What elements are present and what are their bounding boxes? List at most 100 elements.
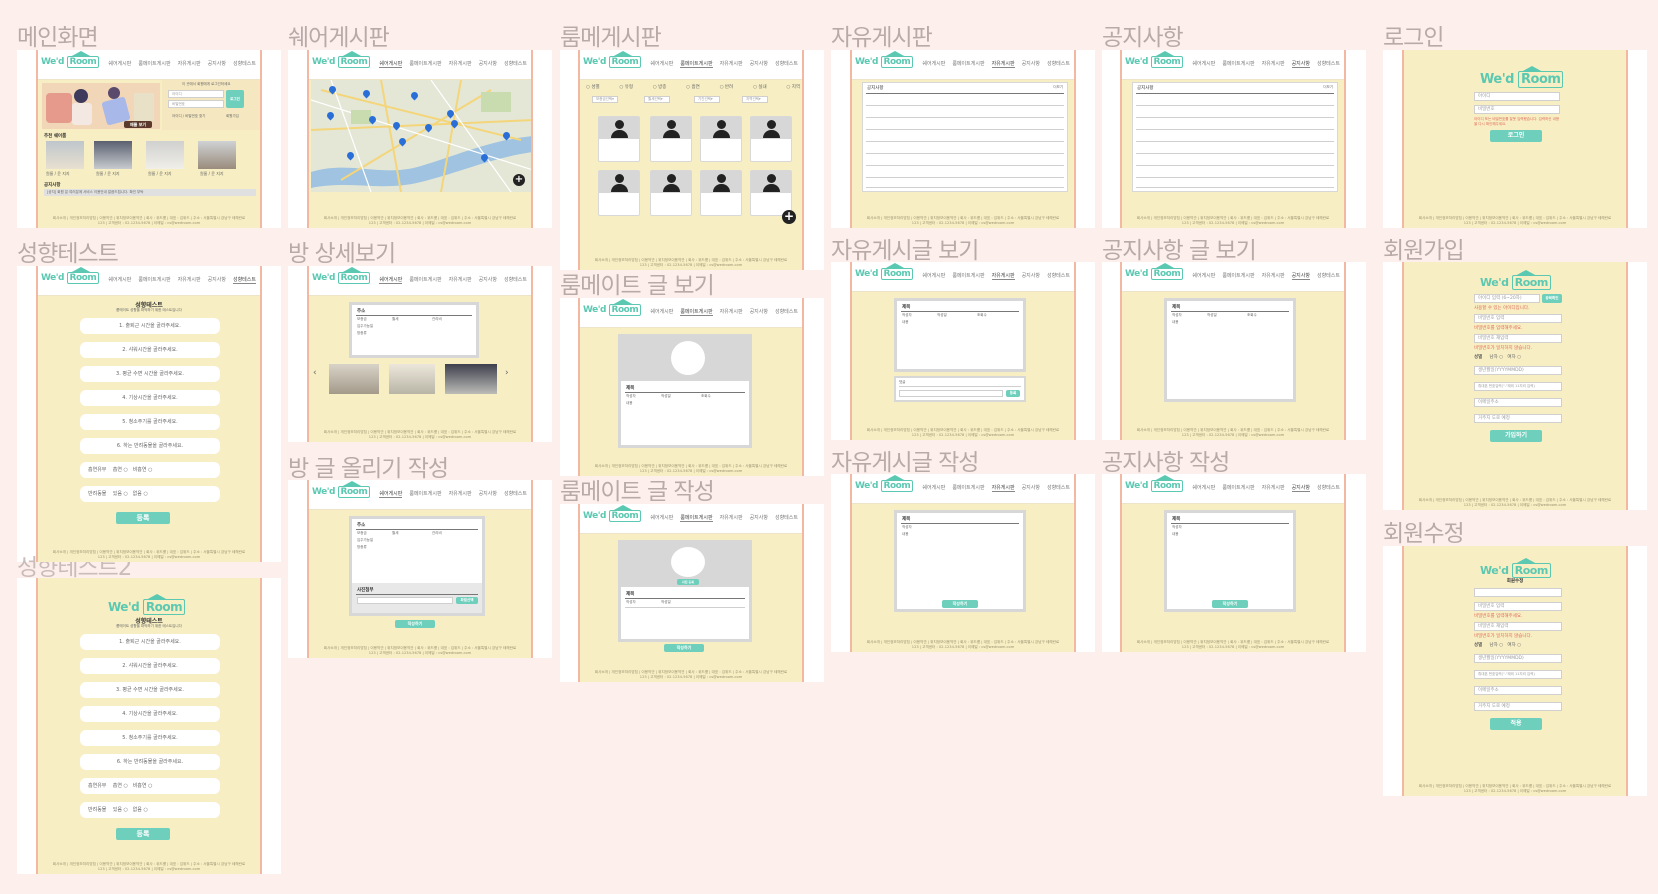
question-pill[interactable]: 2. 샤워시간을 골라주세요. bbox=[80, 342, 220, 358]
nav-free[interactable]: 자유게시판 bbox=[720, 514, 743, 522]
roommate-card[interactable] bbox=[650, 116, 692, 162]
notice-write-submit-button[interactable]: 작성하기 bbox=[1212, 600, 1248, 608]
list-row[interactable] bbox=[1136, 105, 1334, 106]
nav-roommate[interactable]: 룸메이트게시판 bbox=[409, 490, 441, 498]
find-link[interactable]: 아이디 / 비밀번호 찾기 bbox=[172, 114, 206, 119]
edit-pw2-input[interactable]: 비밀번호 재입력 bbox=[1474, 622, 1562, 631]
filter-select[interactable]: 보증금선택▾ bbox=[592, 96, 618, 103]
nav-notice[interactable]: 공지사항 bbox=[1022, 484, 1040, 492]
nav-test[interactable]: 성향테스트 bbox=[775, 60, 798, 68]
nav-share[interactable]: 쉐어게시판 bbox=[1192, 484, 1215, 492]
list-row[interactable] bbox=[866, 177, 1064, 178]
list-row[interactable] bbox=[866, 165, 1064, 166]
nav-notice[interactable]: 공지사항 bbox=[1291, 60, 1310, 68]
nav-test[interactable]: 성향테스트 bbox=[775, 514, 798, 522]
nav-free[interactable]: 자유게시판 bbox=[991, 484, 1015, 492]
list-row[interactable] bbox=[1136, 129, 1334, 130]
main-pw-input[interactable]: 비밀번호 bbox=[168, 100, 224, 108]
phone-input[interactable]: 휴대폰 번호입력("-"제외 11자리 입력) bbox=[1474, 382, 1562, 391]
room-photo[interactable] bbox=[445, 364, 497, 394]
filter-radio[interactable]: ○ 방종 bbox=[653, 84, 667, 92]
photo-upload-button[interactable]: 사진 등록 bbox=[677, 579, 699, 585]
nav-free[interactable]: 자유게시판 bbox=[1262, 484, 1285, 492]
nav-test[interactable]: 성향테스트 bbox=[504, 490, 527, 498]
body-label[interactable]: 내용 bbox=[1172, 532, 1178, 537]
nav-notice[interactable]: 공지사항 bbox=[1022, 60, 1040, 68]
add-post-icon[interactable]: + bbox=[782, 210, 796, 224]
signup-pw2-input[interactable]: 비밀번호 재입력 bbox=[1474, 334, 1562, 343]
nav-notice[interactable]: 공지사항 bbox=[479, 276, 497, 284]
photo-file-input[interactable] bbox=[357, 597, 453, 604]
free-write-submit-button[interactable]: 작성하기 bbox=[942, 600, 978, 608]
nav-share[interactable]: 쉐어게시판 bbox=[922, 60, 945, 68]
test-submit-button[interactable]: 등록 bbox=[116, 512, 170, 524]
more-link[interactable]: 더보기 bbox=[1053, 85, 1063, 90]
question-pill[interactable]: 4. 기상시간을 골라주세요. bbox=[80, 390, 220, 406]
nav-roommate[interactable]: 룸메이트게시판 bbox=[952, 60, 984, 68]
notice-preview[interactable]: [공지] 회원 분 여러분께 서비스 이용안내 말씀드립니다. 확인 부탁 bbox=[44, 189, 256, 196]
nav-notice[interactable]: 공지사항 bbox=[1291, 484, 1310, 492]
nav-free[interactable]: 자유게시판 bbox=[1262, 60, 1285, 68]
nav-share[interactable]: 쉐어게시판 bbox=[1192, 60, 1215, 68]
email-input[interactable]: 이메일주소 bbox=[1474, 398, 1562, 407]
nav-share[interactable]: 쉐어게시판 bbox=[1192, 272, 1215, 280]
filter-radio[interactable]: ○ 실내 bbox=[753, 84, 767, 92]
nav-notice[interactable]: 공지사항 bbox=[750, 514, 768, 522]
main-id-input[interactable]: 아이디 bbox=[168, 90, 224, 98]
nav-free[interactable]: 자유게시판 bbox=[449, 276, 472, 284]
next-arrow-icon[interactable]: › bbox=[505, 368, 509, 378]
room-thumb[interactable] bbox=[198, 141, 236, 169]
nav-test[interactable]: 성향테스트 bbox=[1047, 272, 1070, 280]
logo[interactable]: We'd Room bbox=[1125, 268, 1184, 280]
room-thumb[interactable] bbox=[94, 141, 132, 169]
list-row[interactable] bbox=[866, 187, 1064, 188]
room-photo[interactable] bbox=[389, 364, 435, 394]
filter-select[interactable]: 기간선택▾ bbox=[694, 96, 720, 103]
filter-radio[interactable]: ○ 유형 bbox=[619, 84, 633, 92]
logo[interactable]: We'd Room bbox=[855, 268, 914, 280]
filter-select[interactable]: 월세선택▾ bbox=[644, 96, 670, 103]
nav-roommate[interactable]: 룸메이트게시판 bbox=[680, 308, 713, 316]
roommate-card[interactable] bbox=[700, 116, 742, 162]
nav-notice[interactable]: 공지사항 bbox=[208, 276, 226, 284]
nav-roommate[interactable]: 룸메이트게시판 bbox=[138, 276, 170, 284]
nav-roommate[interactable]: 룸메이트게시판 bbox=[409, 276, 441, 284]
edit-id-input[interactable] bbox=[1474, 588, 1562, 597]
birth-input[interactable]: 생년월일(YYYYMMDD) bbox=[1474, 366, 1562, 375]
nav-notice[interactable]: 공지사항 bbox=[1022, 272, 1040, 280]
share-map[interactable]: + bbox=[311, 80, 531, 192]
comment-input[interactable] bbox=[899, 390, 1003, 397]
nav-share[interactable]: 쉐어게시판 bbox=[650, 60, 673, 68]
test-submit-button[interactable]: 등록 bbox=[116, 828, 170, 840]
info-field[interactable]: 관리비 bbox=[432, 531, 442, 536]
list-row[interactable] bbox=[1136, 117, 1334, 118]
nav-free[interactable]: 자유게시판 bbox=[991, 272, 1015, 280]
question-pill[interactable]: 5. 청소주기를 골라주세요. bbox=[80, 414, 220, 430]
nav-notice[interactable]: 공지사항 bbox=[1291, 272, 1310, 280]
nav-roommate[interactable]: 룸메이트게시판 bbox=[680, 514, 713, 522]
nav-share[interactable]: 쉐어게시판 bbox=[108, 276, 131, 284]
nav-notice[interactable]: 공지사항 bbox=[750, 60, 768, 68]
list-row[interactable] bbox=[1136, 165, 1334, 166]
room-write-submit-button[interactable]: 작성하기 bbox=[395, 620, 435, 628]
more-link[interactable]: 더보기 bbox=[1323, 85, 1333, 90]
login-button[interactable]: 로그인 bbox=[1490, 130, 1542, 142]
nav-test[interactable]: 성향테스트 bbox=[233, 60, 256, 67]
nav-notice[interactable]: 공지사항 bbox=[208, 60, 226, 67]
nav-share[interactable]: 쉐어게시판 bbox=[650, 514, 673, 522]
nav-roommate[interactable]: 룸메이트게시판 bbox=[952, 272, 984, 280]
nav-share[interactable]: 쉐어게시판 bbox=[108, 60, 131, 67]
room-thumb[interactable] bbox=[146, 141, 184, 169]
nav-test[interactable]: 성향테스트 bbox=[504, 60, 527, 68]
nav-notice[interactable]: 공지사항 bbox=[750, 308, 768, 316]
nav-share[interactable]: 쉐어게시판 bbox=[650, 308, 673, 316]
email-input[interactable]: 이메일주소 bbox=[1474, 686, 1562, 695]
id-check-button[interactable]: 중복확인 bbox=[1542, 294, 1562, 303]
list-row[interactable] bbox=[1136, 187, 1334, 188]
prev-arrow-icon[interactable]: ‹ bbox=[313, 368, 317, 378]
question-pill[interactable]: 1. 출퇴근 시간을 골라주세요. bbox=[80, 318, 220, 334]
nav-share[interactable]: 쉐어게시판 bbox=[379, 276, 403, 284]
room-photo[interactable] bbox=[329, 364, 379, 394]
nav-test[interactable]: 성향테스트 bbox=[504, 276, 527, 284]
nav-test[interactable]: 성향테스트 bbox=[1317, 272, 1340, 280]
